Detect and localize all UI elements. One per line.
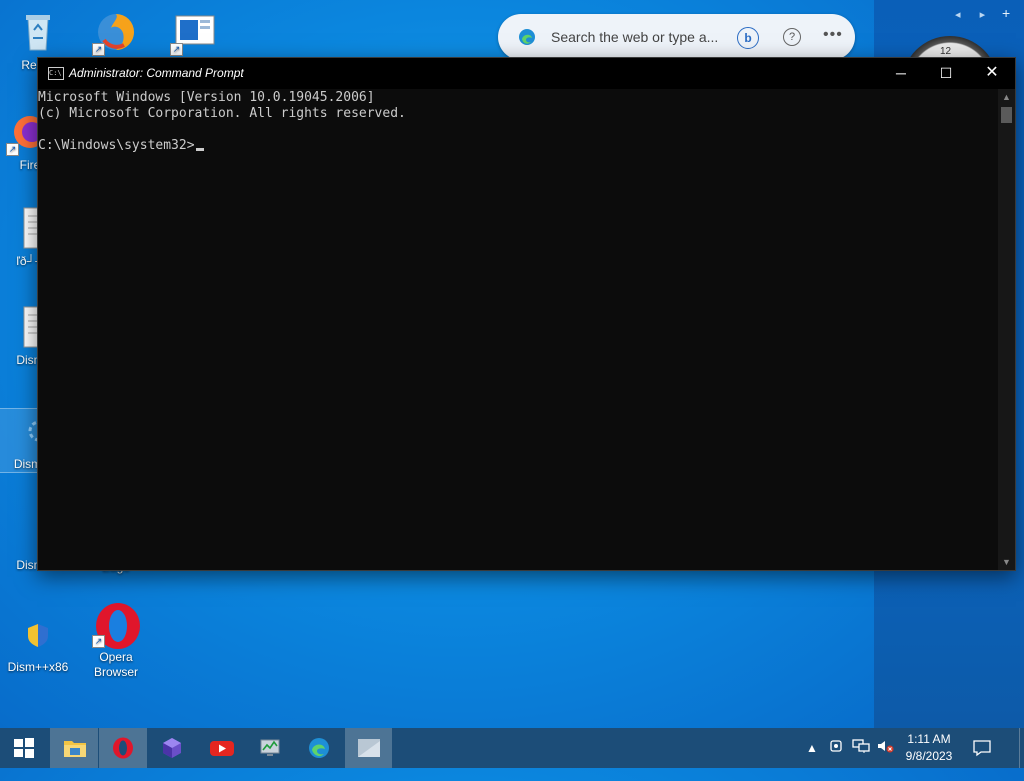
window-titlebar[interactable]: C:\ Administrator: Command Prompt ─ ☐ ✕	[38, 58, 1015, 89]
action-center-button[interactable]	[964, 728, 998, 768]
bing-chat-icon[interactable]: b	[737, 27, 759, 49]
show-hidden-icons[interactable]: ▲	[806, 741, 818, 781]
console-output[interactable]: Microsoft Windows [Version 10.0.19045.20…	[38, 89, 998, 570]
cmd-icon: C:\	[48, 67, 64, 80]
window-app-icon: ↗	[170, 10, 216, 56]
taskbar-clock[interactable]: 1:11 AM 9/8/2023	[896, 731, 962, 765]
scroll-down-arrow-icon[interactable]: ▼	[998, 554, 1015, 570]
youtube-icon	[210, 737, 234, 759]
gadget-nav-arrows[interactable]: ◂ ▸	[955, 8, 993, 21]
taskbar-task-manager[interactable]	[246, 728, 294, 768]
maximize-button[interactable]: ☐	[923, 58, 969, 89]
folder-icon	[63, 737, 86, 759]
add-gadget-icon[interactable]: +	[1002, 5, 1010, 21]
taskbar-edge[interactable]	[295, 728, 343, 768]
desktop-icon-window-shortcut[interactable]: ↗	[158, 10, 230, 56]
clock-time: 1:11 AM	[907, 732, 951, 746]
console-line: (c) Microsoft Corporation. All rights re…	[38, 106, 406, 121]
scroll-up-arrow-icon[interactable]: ▲	[998, 89, 1015, 105]
shortcut-arrow-icon: ↗	[170, 43, 183, 56]
taskbar-cmd-window[interactable]	[345, 728, 392, 768]
window-icon	[358, 737, 380, 759]
edge-search-bar[interactable]: Search the web or type a... b ? •••	[498, 14, 855, 60]
text-cursor	[195, 148, 204, 151]
show-desktop-button[interactable]	[1019, 728, 1024, 768]
windows-icon	[13, 737, 35, 759]
purple-app-icon	[161, 737, 183, 759]
minimize-button[interactable]: ─	[878, 58, 924, 89]
clock-date: 9/8/2023	[905, 749, 953, 763]
close-button[interactable]: ✕	[969, 58, 1015, 89]
shortcut-arrow-icon: ↗	[6, 143, 19, 156]
search-input[interactable]: Search the web or type a...	[551, 29, 718, 45]
start-button[interactable]	[0, 728, 48, 768]
desktop-icon-dism-x86[interactable]: Dism++x86	[2, 612, 74, 675]
opera-icon: ↗	[92, 602, 140, 649]
help-icon[interactable]: ?	[783, 28, 801, 46]
shortcut-arrow-icon: ↗	[92, 43, 105, 56]
edge-icon	[308, 737, 330, 759]
more-options-icon[interactable]: •••	[823, 26, 843, 44]
monitor-chart-icon	[259, 737, 281, 759]
scroll-thumb[interactable]	[1001, 107, 1012, 123]
window-title: Administrator: Command Prompt	[69, 66, 244, 80]
taskbar: ▲ 1:11 AM 9/8/2023	[0, 728, 1024, 768]
clock-number: 12	[940, 46, 952, 57]
command-prompt-window[interactable]: C:\ Administrator: Command Prompt ─ ☐ ✕ …	[37, 57, 1016, 571]
desktop-icon-opera[interactable]: ↗ Opera Browser	[80, 602, 152, 680]
desktop-icon-browser-shortcut[interactable]: ↗	[80, 10, 152, 56]
console-line: Microsoft Windows [Version 10.0.19045.20…	[38, 90, 375, 105]
recycle-bin-icon	[16, 10, 60, 54]
firefox-like-icon: ↗	[92, 10, 138, 56]
volume-muted-icon[interactable]	[876, 738, 894, 778]
shortcut-arrow-icon: ↗	[92, 635, 105, 648]
opera-icon	[112, 737, 134, 759]
taskbar-opera[interactable]	[99, 728, 147, 768]
desktop-icon-label: Dism++x86	[7, 660, 69, 674]
notification-icon	[973, 739, 991, 762]
uac-shield-icon	[16, 612, 60, 656]
prompt-text: C:\Windows\system32>	[38, 138, 195, 153]
desktop-icon-label: Opera Browser	[93, 650, 138, 679]
prompt-line: C:\Windows\system32>	[38, 138, 998, 154]
edge-logo-icon	[518, 28, 536, 46]
network-icon[interactable]	[852, 738, 870, 778]
meet-now-icon[interactable]	[829, 738, 845, 778]
taskbar-youtube[interactable]	[197, 728, 245, 768]
vertical-scrollbar[interactable]: ▲ ▼	[998, 89, 1015, 570]
taskbar-purple-app[interactable]	[148, 728, 196, 768]
taskbar-file-explorer[interactable]	[50, 728, 98, 768]
